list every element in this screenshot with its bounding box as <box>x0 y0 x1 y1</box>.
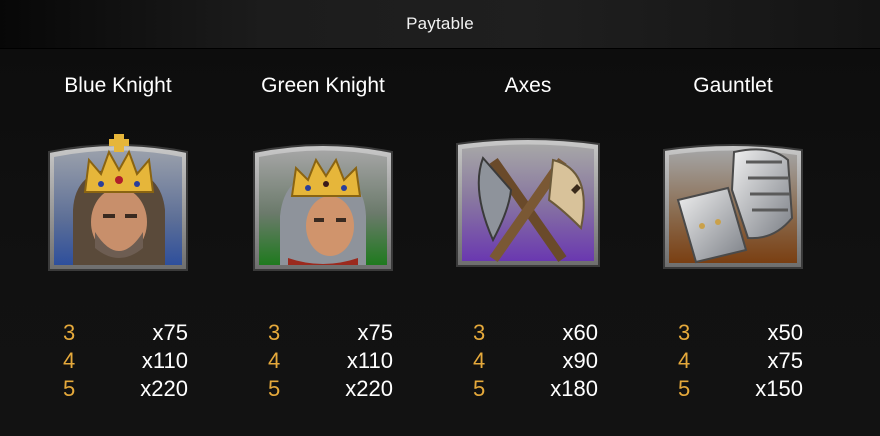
payout-multiplier: x220 <box>345 376 393 401</box>
match-count: 3 <box>473 320 486 345</box>
payout-row: 3 x60 <box>438 320 618 348</box>
paytable-header: Paytable <box>0 0 880 49</box>
payout-multiplier: x75 <box>152 320 188 345</box>
payout-multiplier: x75 <box>767 348 803 373</box>
payout-multiplier: x110 <box>141 348 188 373</box>
payout-multiplier: x60 <box>562 320 598 345</box>
payout-list: 3 x75 4 x110 5 x220 <box>28 320 208 404</box>
payout-row: 3 x50 <box>643 320 823 348</box>
payout-multiplier: x75 <box>357 320 393 345</box>
blue-knight-icon <box>43 130 193 278</box>
payout-multiplier: x180 <box>550 376 598 401</box>
symbol-gauntlet: Gauntlet 3 x50 4 x75 5 x150 <box>643 70 823 410</box>
payout-row: 5 x220 <box>233 376 413 404</box>
payout-row: 4 x90 <box>438 348 618 376</box>
match-count: 5 <box>268 376 281 401</box>
match-count: 5 <box>473 376 486 401</box>
symbol-blue-knight: Blue Knight 3 x75 4 x110 5 x220 <box>28 70 208 410</box>
match-count: 4 <box>63 348 76 373</box>
symbol-axes: Axes 3 x60 4 x90 5 x180 <box>438 70 618 410</box>
payout-row: 5 x150 <box>643 376 823 404</box>
match-count: 4 <box>473 348 486 373</box>
payout-list: 3 x50 4 x75 5 x150 <box>643 320 823 404</box>
payout-multiplier: x50 <box>767 320 803 345</box>
match-count: 3 <box>678 320 691 345</box>
payout-row: 5 x180 <box>438 376 618 404</box>
payout-multiplier: x220 <box>140 376 188 401</box>
match-count: 4 <box>268 348 281 373</box>
payout-multiplier: x90 <box>562 348 598 373</box>
payout-list: 3 x60 4 x90 5 x180 <box>438 320 618 404</box>
payout-row: 4 x110 <box>28 348 208 376</box>
paytable-title: Paytable <box>406 14 474 33</box>
symbol-name: Gauntlet <box>693 74 773 97</box>
axes-icon <box>453 130 603 278</box>
payout-list: 3 x75 4 x110 5 x220 <box>233 320 413 404</box>
match-count: 5 <box>678 376 691 401</box>
payout-multiplier: x150 <box>755 376 803 401</box>
symbol-name: Axes <box>504 74 552 97</box>
symbol-name: Green Knight <box>261 74 385 97</box>
payout-row: 3 x75 <box>28 320 208 348</box>
payout-row: 4 x110 <box>233 348 413 376</box>
symbol-name: Blue Knight <box>64 74 172 97</box>
match-count: 5 <box>63 376 76 401</box>
payout-row: 3 x75 <box>233 320 413 348</box>
payout-row: 4 x75 <box>643 348 823 376</box>
payout-multiplier: x110 <box>346 348 393 373</box>
green-knight-icon <box>248 130 398 278</box>
match-count: 4 <box>678 348 691 373</box>
match-count: 3 <box>63 320 76 345</box>
payout-row: 5 x220 <box>28 376 208 404</box>
match-count: 3 <box>268 320 281 345</box>
gauntlet-icon <box>658 130 808 278</box>
symbol-green-knight: Green Knight 3 x75 4 x110 5 x220 <box>233 70 413 410</box>
